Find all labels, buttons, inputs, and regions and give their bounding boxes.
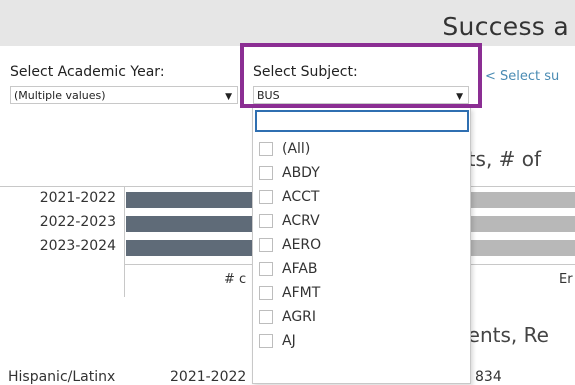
subject-dropdown-list[interactable]: (All) ABDY ACCT ACRV AERO AFAB AFMT AGRI…: [252, 108, 471, 384]
chart1-row-label: 2023-2024: [39, 238, 116, 254]
chart1-bar[interactable]: [126, 216, 253, 232]
subject-highlight-box: [240, 43, 482, 108]
academic-year-label: Select Academic Year:: [10, 64, 165, 80]
chart1-axis-label-left: # c: [224, 272, 247, 287]
chart1-axis-label-right: Er: [559, 272, 573, 287]
chart1-y-axis: [124, 187, 125, 297]
chart1-bar-secondary[interactable]: [469, 216, 575, 232]
option-label: AFAB: [282, 261, 318, 277]
option-all[interactable]: (All): [259, 138, 310, 160]
chart1-bar[interactable]: [126, 240, 253, 256]
checkbox[interactable]: [259, 238, 273, 252]
option-label: AJ: [282, 333, 296, 349]
checkbox[interactable]: [259, 310, 273, 324]
option-label: AFMT: [282, 285, 321, 301]
academic-year-value: (Multiple values): [14, 89, 106, 102]
option-aj[interactable]: AJ: [259, 330, 296, 352]
option-agri[interactable]: AGRI: [259, 306, 316, 328]
chart1-bar[interactable]: [126, 192, 253, 208]
option-label: (All): [282, 141, 311, 157]
option-label: ACCT: [282, 189, 320, 205]
option-label: AERO: [282, 237, 322, 253]
checkbox[interactable]: [259, 166, 273, 180]
checkbox[interactable]: [259, 334, 273, 348]
option-label: ABDY: [282, 165, 320, 181]
option-aero[interactable]: AERO: [259, 234, 321, 256]
option-afmt[interactable]: AFMT: [259, 282, 320, 304]
option-acrv[interactable]: ACRV: [259, 210, 320, 232]
chart1-bar-secondary[interactable]: [469, 192, 575, 208]
select-subject-hint[interactable]: < Select su: [485, 69, 559, 84]
chart1-row-label: 2022-2023: [39, 214, 116, 230]
option-abdy[interactable]: ABDY: [259, 162, 320, 184]
chart1-bar-secondary[interactable]: [469, 240, 575, 256]
option-label: AGRI: [282, 309, 317, 325]
academic-year-select[interactable]: (Multiple values) ▼: [10, 86, 238, 104]
option-label: ACRV: [282, 213, 320, 229]
checkbox[interactable]: [259, 214, 273, 228]
option-acct[interactable]: ACCT: [259, 186, 319, 208]
checkbox[interactable]: [259, 142, 273, 156]
chevron-down-icon: ▼: [225, 92, 232, 102]
chart1-row-label: 2021-2022: [39, 190, 116, 206]
checkbox[interactable]: [259, 262, 273, 276]
option-afab[interactable]: AFAB: [259, 258, 318, 280]
checkbox[interactable]: [259, 286, 273, 300]
subject-search-input[interactable]: [255, 110, 469, 132]
checkbox[interactable]: [259, 190, 273, 204]
page-title: Success a: [442, 12, 569, 41]
